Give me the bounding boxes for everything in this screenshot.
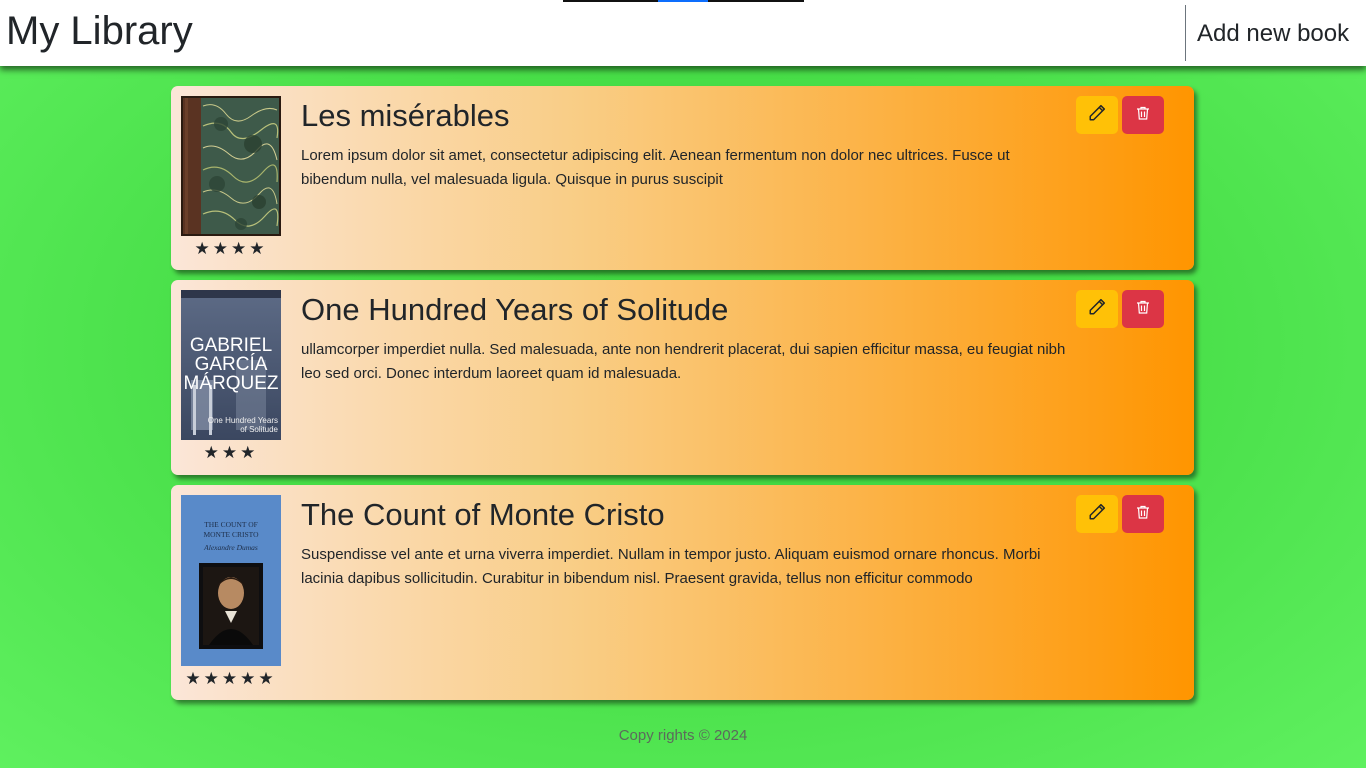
rating-stars: ★★★★★ (185, 669, 277, 688)
delete-button[interactable] (1122, 290, 1164, 328)
rating-stars: ★★★★ (194, 239, 268, 258)
delete-button[interactable] (1122, 96, 1164, 134)
book-title: Les misérables (301, 98, 510, 133)
footer-copyright: Copy rights © 2024 (618, 727, 748, 744)
nav-divider (1185, 5, 1186, 61)
svg-text:MONTE CRISTO: MONTE CRISTO (203, 530, 259, 539)
top-progress-bar (563, 0, 804, 2)
delete-button[interactable] (1122, 495, 1164, 533)
svg-text:Alexandre Dumas: Alexandre Dumas (203, 543, 258, 552)
svg-text:One Hundred Years: One Hundred Years (208, 416, 278, 425)
trash-icon (1135, 504, 1151, 525)
pencil-icon (1088, 298, 1106, 321)
trash-icon (1135, 299, 1151, 320)
book-description: Lorem ipsum dolor sit amet, consectetur … (301, 147, 1010, 188)
book-cover (181, 96, 281, 236)
add-new-book-link[interactable]: Add new book (1197, 19, 1349, 49)
trash-icon (1135, 105, 1151, 126)
book-title: One Hundred Years of Solitude (301, 292, 729, 327)
svg-text:MÁRQUEZ: MÁRQUEZ (184, 373, 279, 394)
book-card: GABRIEL GARCÍA MÁRQUEZ One Hundred Years… (171, 280, 1194, 475)
brand-title[interactable]: My Library (6, 6, 193, 56)
book-title: The Count of Monte Cristo (301, 497, 665, 532)
book-description: Suspendisse vel ante et urna viverra imp… (301, 546, 1041, 587)
book-card: THE COUNT OF MONTE CRISTO Alexandre Duma… (171, 485, 1194, 700)
svg-text:THE COUNT OF: THE COUNT OF (204, 520, 258, 529)
book-cover: GABRIEL GARCÍA MÁRQUEZ One Hundred Years… (181, 290, 281, 440)
edit-button[interactable] (1076, 96, 1118, 134)
edit-button[interactable] (1076, 495, 1118, 533)
book-cover: THE COUNT OF MONTE CRISTO Alexandre Duma… (181, 495, 281, 666)
book-card: ★★★★ Les misérables Lorem ipsum dolor si… (171, 86, 1194, 270)
svg-text:GABRIEL: GABRIEL (190, 335, 272, 356)
svg-text:GARCÍA: GARCÍA (195, 354, 268, 375)
edit-button[interactable] (1076, 290, 1118, 328)
pencil-icon (1088, 104, 1106, 127)
book-list: ★★★★ Les misérables Lorem ipsum dolor si… (171, 86, 1194, 710)
svg-text:of Solitude: of Solitude (240, 425, 278, 434)
pencil-icon (1088, 503, 1106, 526)
book-description: ullamcorper imperdiet nulla. Sed malesua… (301, 341, 1066, 382)
navbar: My Library Add new book (0, 0, 1366, 66)
rating-stars: ★★★ (203, 443, 259, 462)
